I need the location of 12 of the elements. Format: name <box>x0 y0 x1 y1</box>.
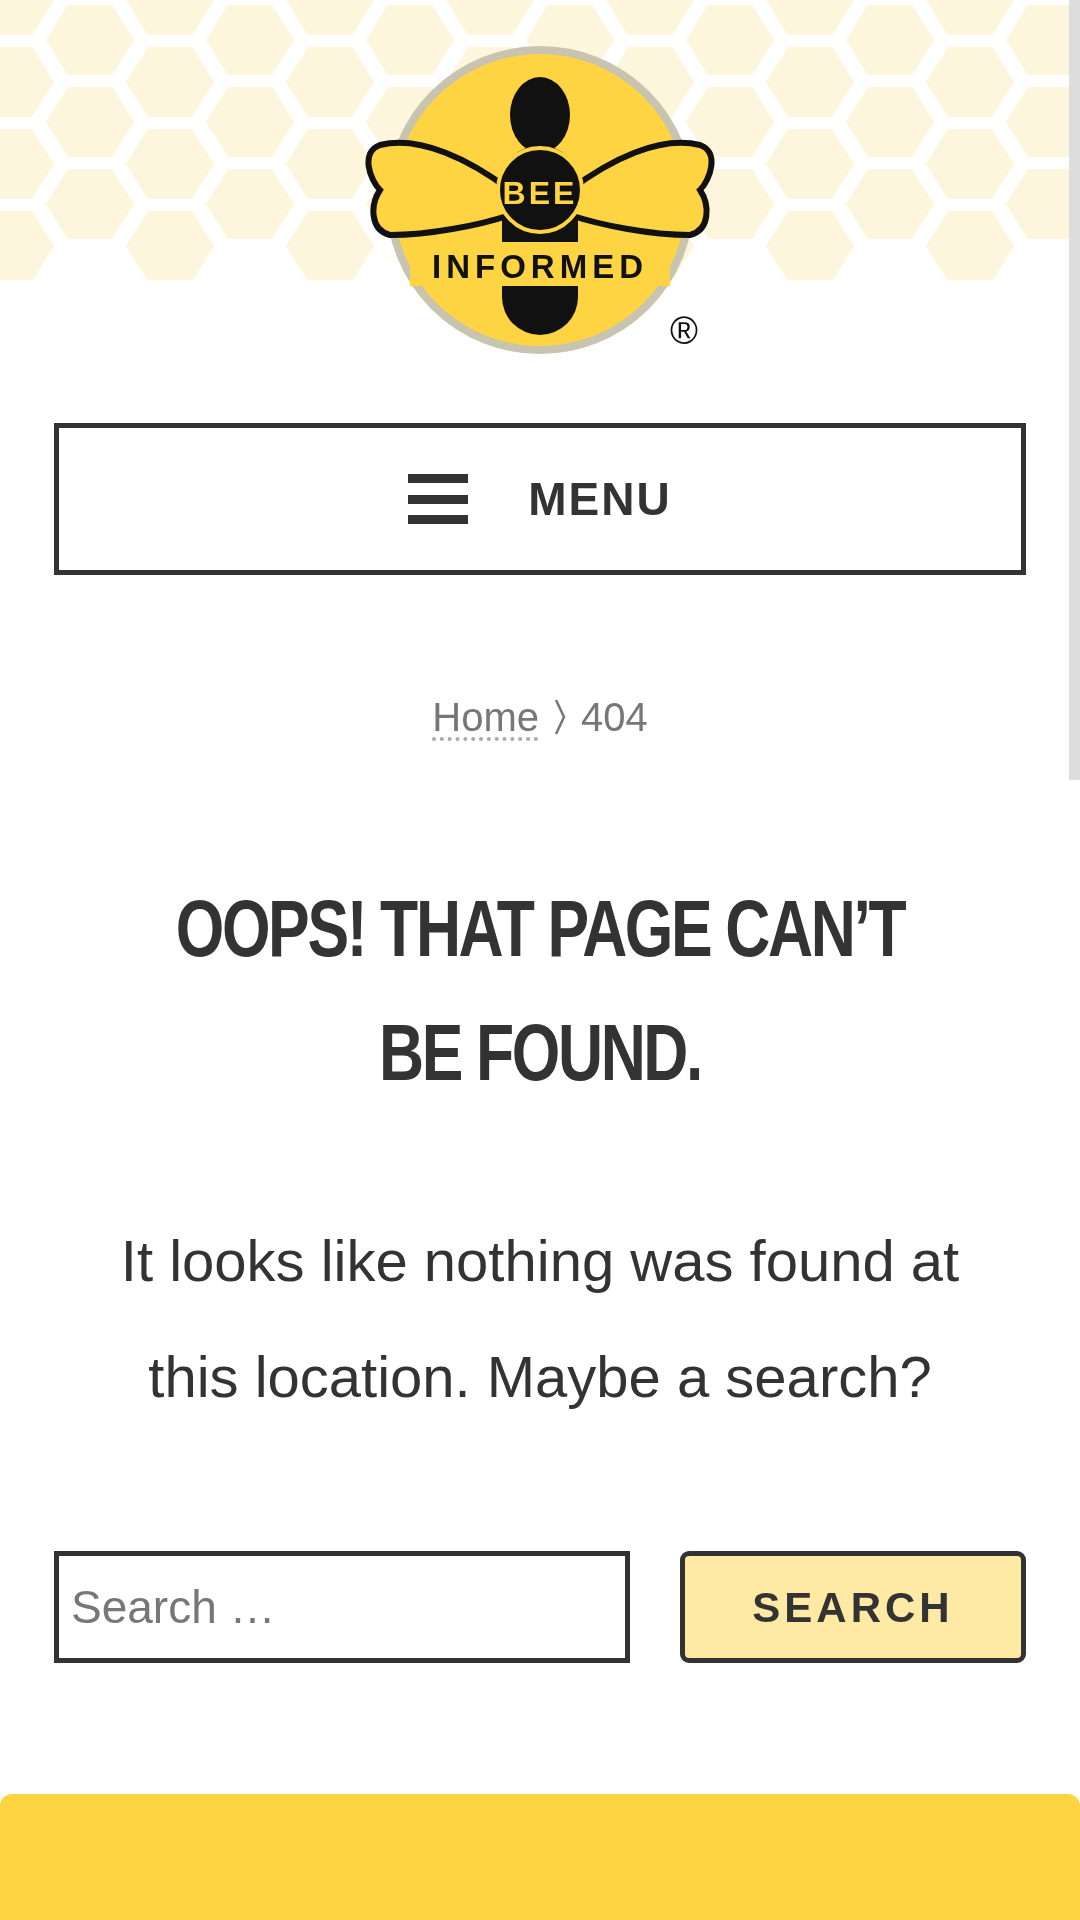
message-text: It looks like nothing was found at this location. Maybe a search? <box>119 1227 961 1411</box>
current-page: 404 <box>580 694 648 741</box>
page-heading: OOPS! THAT PAGE CAN’T BE FOUND. <box>174 883 906 1099</box>
breadcrumb-link[interactable]: Home <box>432 687 539 747</box>
registered-mark: ® <box>670 312 698 350</box>
menu-icon <box>408 474 469 524</box>
logo-text: BEE <box>502 175 578 211</box>
search-button[interactable]: SEARCH <box>680 1551 1026 1663</box>
search-field[interactable]: Search … <box>54 1551 630 1663</box>
chevron-icon <box>552 698 567 736</box>
menu-button[interactable]: MENU <box>54 423 1026 575</box>
logo-text: INFORMED <box>432 248 648 285</box>
